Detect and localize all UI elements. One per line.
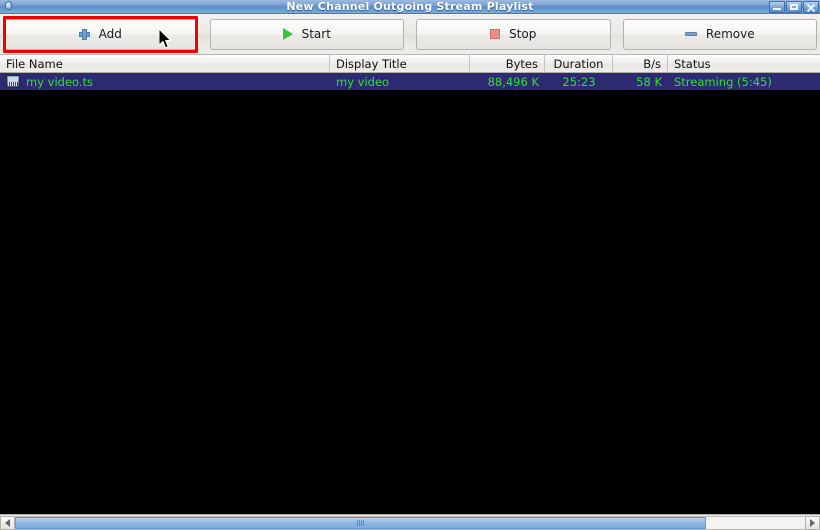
column-header-display-title[interactable]: Display Title (330, 55, 470, 72)
cell-file-name-text: my video.ts (26, 74, 94, 89)
start-button[interactable]: Start (209, 18, 404, 50)
app-bulb-icon (1, 0, 17, 13)
cell-bps: 58 K (636, 74, 662, 89)
cell-status: Streaming (5:45) (674, 74, 772, 89)
column-header-bps[interactable]: B/s (613, 55, 668, 72)
cell-duration: 25:23 (562, 74, 596, 89)
column-header-row: File Name Display Title Bytes Duration B… (0, 55, 820, 73)
scroll-track[interactable] (15, 515, 805, 530)
media-file-icon (6, 75, 20, 88)
playlist-window: New Channel Outgoing Stream Playlist Add… (0, 0, 820, 530)
add-button[interactable]: Add (3, 18, 198, 50)
scroll-right-arrow[interactable] (805, 515, 820, 530)
column-header-status[interactable]: Status (668, 55, 820, 72)
play-icon (282, 28, 293, 40)
column-header-bytes[interactable]: Bytes (470, 55, 545, 72)
window-controls (769, 1, 819, 13)
stop-button[interactable]: Stop (416, 18, 611, 50)
stop-button-label: Stop (509, 27, 537, 41)
close-button[interactable] (803, 1, 819, 13)
start-button-label: Start (301, 27, 331, 41)
remove-button[interactable]: Remove (622, 18, 817, 50)
playlist-list[interactable]: my video.ts my video 88,496 K 25:23 58 K… (0, 73, 820, 514)
column-header-file-name[interactable]: File Name (0, 55, 330, 72)
cell-file-name: my video.ts (0, 75, 330, 89)
cell-bytes: 88,496 K (487, 74, 539, 89)
window-title: New Channel Outgoing Stream Playlist (286, 0, 534, 13)
cell-display-title: my video (336, 74, 390, 89)
add-button-label: Add (98, 27, 122, 41)
minimize-button[interactable] (769, 1, 785, 13)
toolbar: Add Start Stop Remove (0, 14, 820, 55)
horizontal-scroll-thumb[interactable] (15, 516, 707, 529)
scroll-left-arrow[interactable] (0, 515, 15, 530)
maximize-button[interactable] (786, 1, 802, 13)
stop-icon (490, 29, 501, 39)
title-bar[interactable]: New Channel Outgoing Stream Playlist (0, 0, 820, 14)
column-header-duration[interactable]: Duration (545, 55, 613, 72)
plus-icon (78, 28, 90, 40)
table-row[interactable]: my video.ts my video 88,496 K 25:23 58 K… (0, 73, 820, 90)
remove-button-label: Remove (705, 27, 755, 41)
horizontal-scrollbar[interactable] (0, 514, 820, 530)
minus-icon (684, 32, 697, 36)
